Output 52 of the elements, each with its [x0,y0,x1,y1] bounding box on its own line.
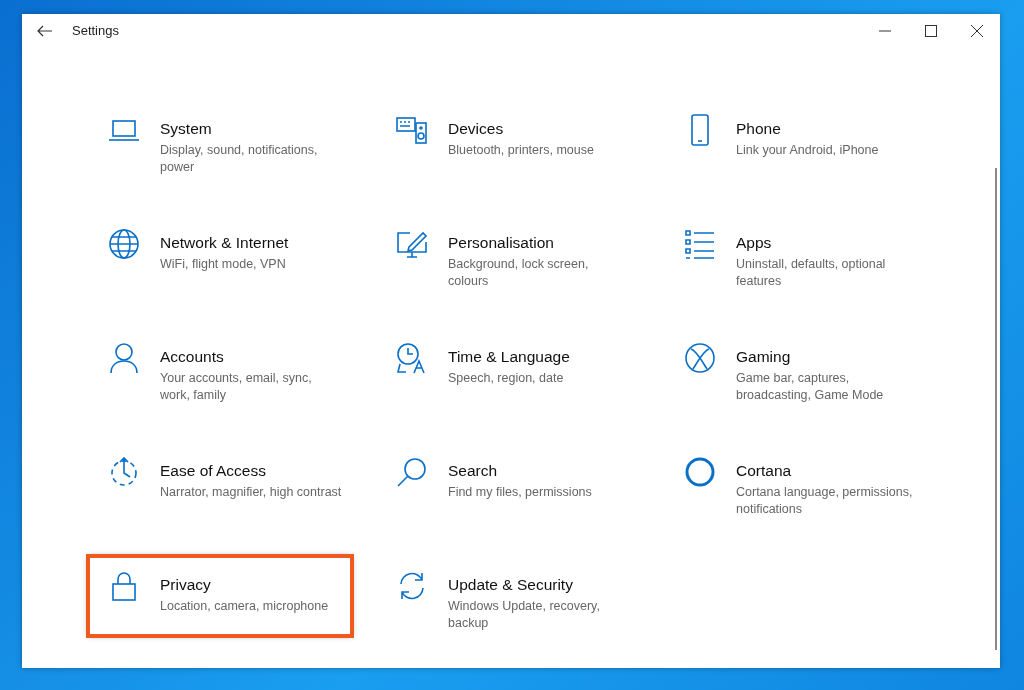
settings-category[interactable]: Apps Uninstall, defaults, optional features [664,214,928,294]
settings-category[interactable]: Phone Link your Android, iPhone [664,100,928,180]
settings-category[interactable]: Cortana Cortana language, permissions, notifications [664,442,928,522]
category-title: Update & Security [448,576,574,595]
category-description: Location, camera, microphone [160,597,329,615]
category-title: Cortana [736,462,793,481]
window-title: Settings [72,22,119,41]
settings-category[interactable]: System Display, sound, notifications, power [88,100,352,180]
settings-category[interactable]: Gaming Game bar, captures, broadcasting, Game Mode [664,328,928,408]
globe-icon [108,228,140,260]
settings-category[interactable]: Devices Bluetooth, printers, mouse [376,100,640,180]
category-title: Apps [736,234,773,253]
category-description: Find my files, permissions [448,483,592,501]
category-description: Background, lock screen, colours [448,255,590,290]
category-description: Cortana language, permissions, notifications [736,483,914,518]
settings-category[interactable]: Search Find my files, permissions [376,442,640,522]
category-title: Gaming [736,348,792,367]
settings-category[interactable]: Update & Security Windows Update, recovery, backup [376,556,640,636]
category-description: Your accounts, email, sync, work, family [160,369,313,404]
settings-category[interactable]: Privacy Location, camera, microphone [88,556,352,636]
list-icon [684,228,716,260]
scrollbar[interactable] [995,168,997,650]
category-description: Uninstall, defaults, optional features [736,255,887,290]
category-title: Personalisation [448,234,555,253]
category-title: Privacy [160,576,212,595]
category-description: Game bar, captures, broadcasting, Game Mode [736,369,885,404]
category-description: Speech, region, date [448,369,565,387]
category-title: Accounts [160,348,225,367]
category-description: Windows Update, recovery, backup [448,597,601,632]
settings-category[interactable]: Time & Language Speech, region, date [376,328,640,408]
category-title: Network & Internet [160,234,289,253]
ring-icon [684,456,716,488]
category-title: Time & Language [448,348,570,367]
category-title: Phone [736,120,782,139]
category-title: Devices [448,120,505,139]
clock-letters-icon [396,342,428,374]
person-icon [108,342,140,374]
settings-category[interactable]: Accounts Your accounts, email, sync, work, family [88,328,352,408]
search-icon [396,456,428,488]
settings-category[interactable]: Network & Internet WiFi, flight mode, VPN [88,214,352,294]
category-title: Search [448,462,499,481]
category-title: System [160,120,213,139]
keyboard-speaker-icon [396,114,428,146]
category-description: Bluetooth, printers, mouse [448,141,594,159]
category-description: Link your Android, iPhone [736,141,879,159]
dashed-clock-icon [108,456,140,488]
category-description: Narrator, magnifier, high contrast [160,483,342,501]
settings-category[interactable]: Ease of Access Narrator, magnifier, high contrast [88,442,352,522]
category-description: Display, sound, notifications, power [160,141,319,176]
category-description: WiFi, flight mode, VPN [160,255,287,273]
settings-category[interactable]: Personalisation Background, lock screen, colours [376,214,640,294]
category-title: Ease of Access [160,462,267,481]
